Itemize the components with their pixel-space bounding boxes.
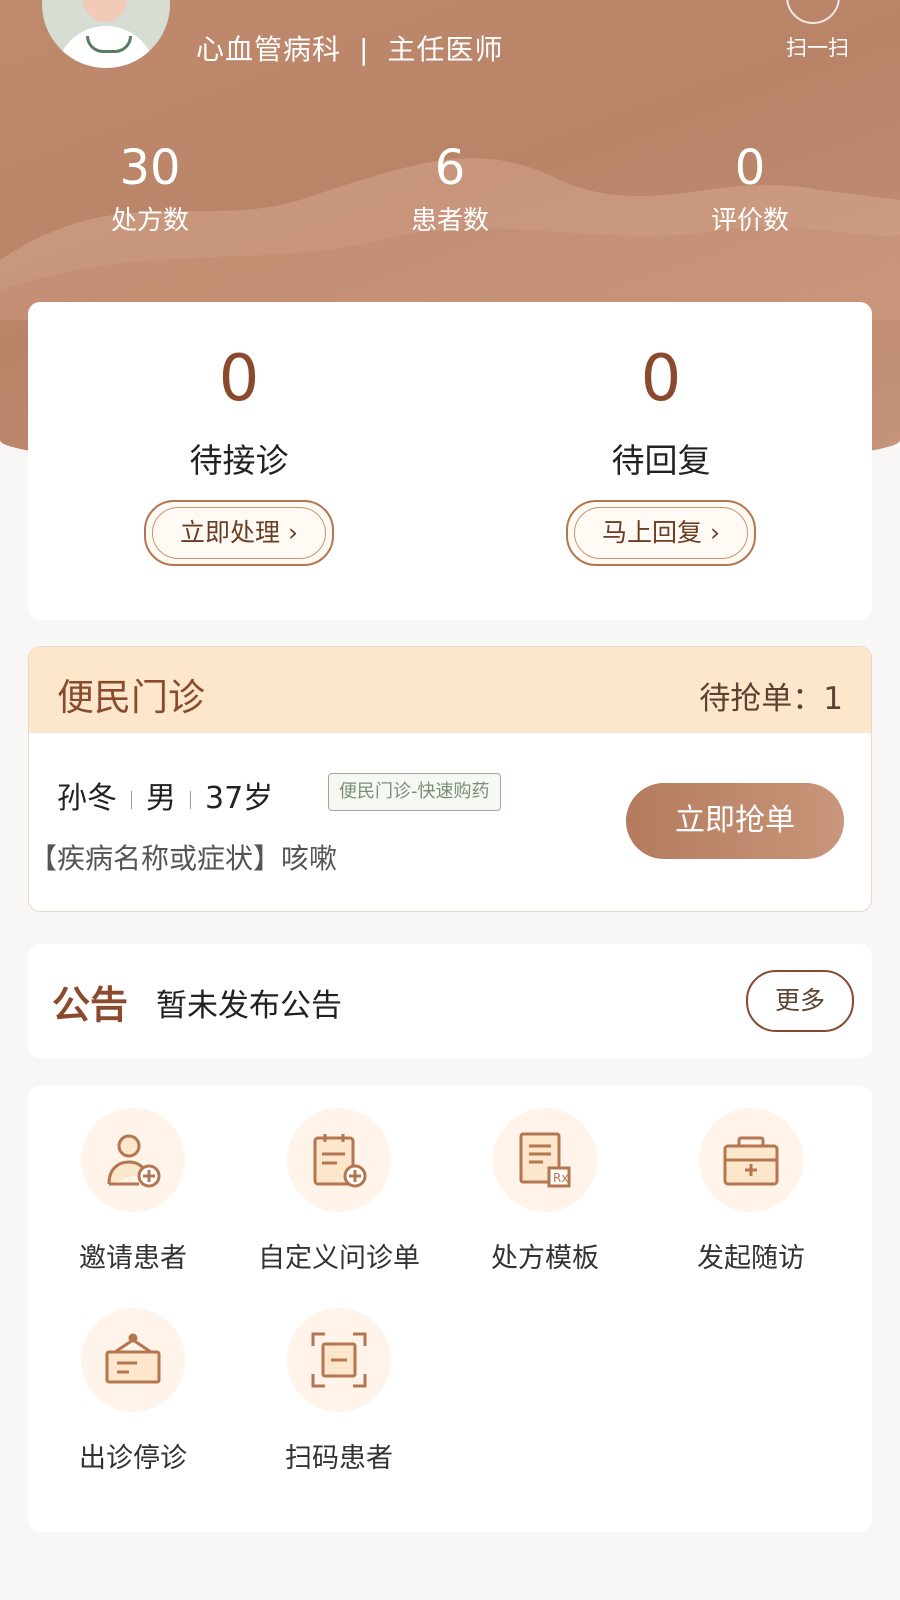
tool-label: 处方模板 xyxy=(491,1243,599,1274)
tool-custom-form[interactable]: 自定义问诊单 xyxy=(234,1108,444,1275)
scan-label[interactable]: 扫一扫 xyxy=(786,32,849,62)
pending-consult-count: 0 xyxy=(218,342,260,416)
doctor-department: 心血管病科 | 主任医师 xyxy=(196,33,504,66)
department-name: 心血管病科 xyxy=(196,33,342,66)
tool-label: 发起随访 xyxy=(697,1243,805,1274)
symptom-text: 【疾病名称或症状】咳嗽 xyxy=(29,842,338,875)
stat-prescriptions[interactable]: 30 处方数 xyxy=(50,140,250,237)
svg-text:Rx: Rx xyxy=(553,1171,568,1185)
stat-value: 30 xyxy=(119,140,181,196)
convenience-clinic-card: 便民门诊 待抢单：1 孙冬男 37岁 便民门诊-快速购药 【疾病名称或症状】咳嗽 … xyxy=(28,646,872,912)
prescription-template-icon: Rx xyxy=(493,1108,597,1212)
pending-consult-label: 待接诊 xyxy=(189,441,289,480)
grab-order-button[interactable]: 立即抢单 xyxy=(626,783,844,859)
tool-scan-patient[interactable]: 扫码患者 xyxy=(234,1308,444,1475)
invite-patient-icon xyxy=(81,1108,185,1212)
scan-patient-icon xyxy=(287,1308,391,1412)
custom-form-icon xyxy=(287,1108,391,1212)
stat-label: 评价数 xyxy=(710,206,789,236)
tool-invite-patient[interactable]: 邀请患者 xyxy=(28,1108,238,1275)
tool-label: 扫码患者 xyxy=(285,1443,393,1474)
tool-label: 出诊停诊 xyxy=(79,1443,187,1474)
task-card: 0 待接诊 立即处理 › 0 待回复 马上回复 › xyxy=(28,302,872,620)
patient-gender: 男 xyxy=(146,781,176,816)
stat-value: 0 xyxy=(734,140,766,196)
clinic-status-icon xyxy=(81,1308,185,1412)
tool-label: 邀请患者 xyxy=(79,1243,187,1274)
stat-patients[interactable]: 6 患者数 xyxy=(350,140,550,237)
patient-name: 孙冬 xyxy=(57,781,117,816)
stat-label: 处方数 xyxy=(110,206,189,236)
waiting-orders: 待抢单：1 xyxy=(699,681,843,717)
follow-up-icon xyxy=(699,1108,803,1212)
handle-now-button[interactable]: 立即处理 › xyxy=(144,500,334,566)
more-button[interactable]: 更多 xyxy=(746,970,854,1032)
tool-clinic-status[interactable]: 出诊停诊 xyxy=(28,1308,238,1475)
pending-reply-count: 0 xyxy=(640,342,682,416)
reply-now-button[interactable]: 马上回复 › xyxy=(566,500,756,566)
pending-reply: 0 待回复 马上回复 › xyxy=(450,302,872,566)
patient-info: 孙冬男 37岁 xyxy=(57,773,273,817)
tools-grid: 邀请患者 自定义问诊单 Rx 处方模板 发起随访 出诊停诊 扫码患者 xyxy=(28,1086,872,1532)
stat-reviews[interactable]: 0 评价数 xyxy=(650,140,850,237)
pending-reply-label: 待回复 xyxy=(611,441,711,480)
tool-follow-up[interactable]: 发起随访 xyxy=(646,1108,856,1275)
notice-text: 暂未发布公告 xyxy=(156,988,342,1024)
notice-card: 公告 暂未发布公告 更多 xyxy=(28,944,872,1058)
patient-age: 37岁 xyxy=(205,781,274,816)
tool-prescription-template[interactable]: Rx 处方模板 xyxy=(440,1108,650,1275)
avatar[interactable] xyxy=(42,0,170,68)
clinic-type-tag: 便民门诊-快速购药 xyxy=(328,773,501,811)
clinic-title: 便民门诊 xyxy=(57,676,205,719)
clinic-header: 便民门诊 待抢单：1 xyxy=(29,647,871,733)
notice-title: 公告 xyxy=(52,982,129,1027)
stat-label: 患者数 xyxy=(410,206,489,236)
pending-consult: 0 待接诊 立即处理 › xyxy=(28,302,450,566)
doctor-title: 主任医师 xyxy=(387,33,504,66)
stat-value: 6 xyxy=(434,140,466,196)
tool-label: 自定义问诊单 xyxy=(258,1243,420,1274)
